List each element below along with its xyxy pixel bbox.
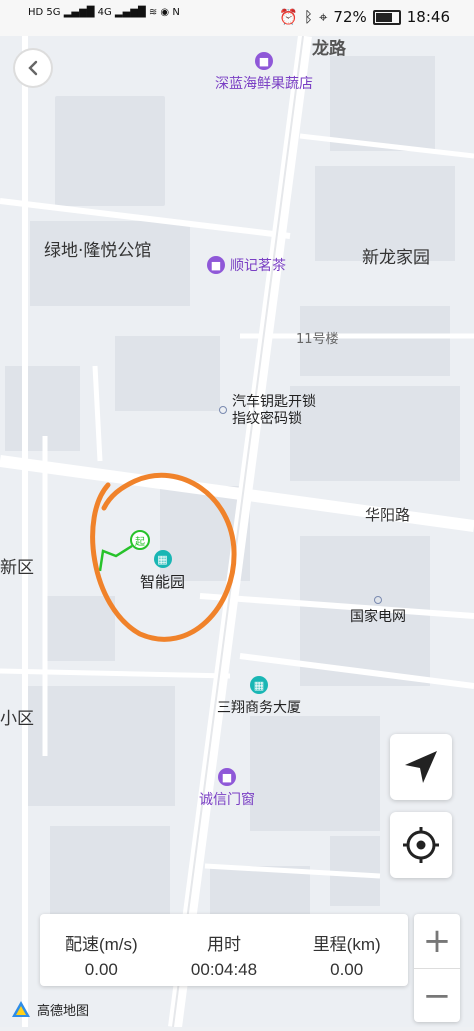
stat-distance: 里程(km) 0.00 — [285, 914, 408, 986]
store-icon: ■ — [207, 256, 225, 274]
battery-icon — [372, 9, 401, 25]
poi-tea-shop[interactable]: ■ 顺记茗茶 — [207, 255, 286, 275]
distance-value: 0.00 — [330, 960, 364, 979]
status-bar: HD 5G ▂▄▆█ 4G ▂▄▆█ ≋ ◉ N ⏰ ᛒ ⌖ 72% 18:46 — [0, 0, 474, 36]
battery-text: 72% — [333, 8, 367, 26]
distance-label: 里程(km) — [312, 935, 381, 954]
building-icon: ▦ — [250, 676, 268, 694]
map-view[interactable]: 龙路 绿地·隆悦公馆 新龙家园 11号楼 华阳路 新区 小区 ■ 深蓝海鲜果蔬店… — [0, 35, 474, 1028]
clock: 18:46 — [406, 8, 450, 26]
store-icon: ■ — [218, 768, 236, 786]
poi-chengxin-window[interactable]: ■ 诚信门窗 — [199, 768, 255, 809]
label-building-11: 11号楼 — [296, 332, 339, 347]
dot-icon — [219, 406, 227, 414]
locate-button[interactable] — [390, 812, 452, 878]
poi-seafood-store[interactable]: ■ 深蓝海鲜果蔬店 — [215, 52, 313, 93]
pace-label: 配速(m/s) — [64, 935, 138, 954]
amap-brand: 高德地图 — [10, 999, 89, 1019]
time-label: 用时 — [207, 935, 241, 954]
navigate-button[interactable] — [390, 734, 452, 800]
label-residence-right: 新龙家园 — [362, 248, 430, 268]
label-residence-top-left: 绿地·隆悦公馆 — [44, 241, 152, 261]
stat-time: 用时 00:04:48 — [163, 914, 286, 986]
back-button[interactable] — [15, 50, 51, 86]
start-icon: 起 — [130, 530, 150, 550]
label-small-district: 小区 — [0, 709, 34, 729]
locate-target-icon — [403, 827, 439, 863]
amap-logo-icon — [12, 1001, 30, 1017]
back-icon — [28, 60, 38, 76]
alarm-icon: ⏰ — [279, 8, 298, 26]
poi-state-grid[interactable]: 国家电网 — [350, 596, 406, 626]
stat-pace: 配速(m/s) 0.00 — [40, 914, 163, 986]
store-icon: ■ — [255, 52, 273, 70]
building-icon: ▦ — [153, 550, 172, 568]
poi-smart-park[interactable]: ▦ 智能园 — [140, 550, 185, 592]
zoom-out-button[interactable]: − — [414, 968, 460, 1023]
dot-icon — [374, 596, 382, 604]
zoom-in-button[interactable]: + — [414, 914, 460, 968]
zoom-controls: + − — [414, 914, 460, 1022]
bluetooth-icon: ᛒ — [303, 8, 313, 26]
navigate-arrow-icon — [405, 751, 437, 783]
time-value: 00:04:48 — [190, 960, 258, 979]
signal-indicators: HD 5G ▂▄▆█ 4G ▂▄▆█ ≋ ◉ N — [28, 7, 180, 18]
poi-sanxiang-building[interactable]: ▦ 三翔商务大厦 — [217, 676, 301, 717]
status-right: ⏰ ᛒ ⌖ 72% 18:46 — [279, 8, 450, 26]
brand-name: 高德地图 — [37, 1003, 90, 1019]
map-canvas — [0, 35, 474, 1028]
workout-stats-panel: 配速(m/s) 0.00 用时 00:04:48 里程(km) 0.00 — [40, 914, 408, 986]
poi-locksmith[interactable]: 汽车钥匙开锁 指纹密码锁 — [219, 394, 316, 428]
start-marker: 起 — [130, 530, 150, 550]
label-district-left: 新区 — [0, 558, 34, 578]
location-icon: ⌖ — [318, 8, 328, 26]
label-road-long: 龙路 — [312, 39, 346, 59]
pace-value: 0.00 — [84, 960, 118, 979]
label-road-huayang: 华阳路 — [365, 506, 411, 524]
